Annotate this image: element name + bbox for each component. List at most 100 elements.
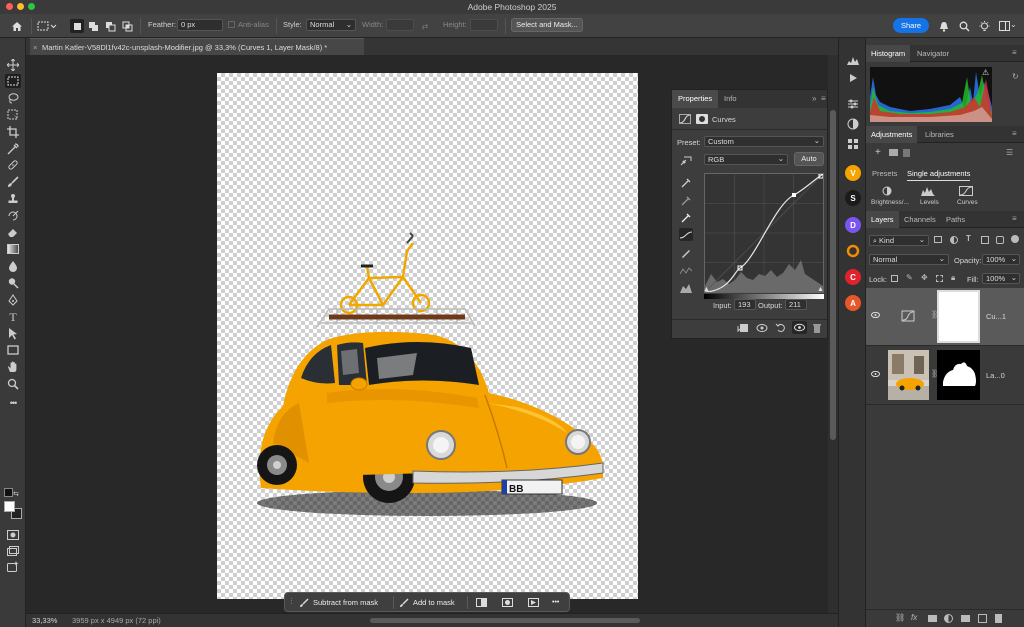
plugin-a-icon[interactable]: A — [845, 295, 861, 311]
preset-select[interactable]: Custom ⌄ — [704, 136, 824, 147]
swap-colors-icon[interactable]: ⇆ — [13, 490, 19, 498]
spot-healing-brush-icon[interactable] — [5, 158, 21, 172]
width-input[interactable] — [386, 19, 414, 31]
panel-menu-icon[interactable]: ≡ — [1012, 129, 1017, 138]
tab-layers[interactable]: Layers — [866, 211, 899, 228]
collapse-panel-icon[interactable]: » — [812, 94, 816, 103]
plugin-c-icon[interactable]: C — [845, 269, 861, 285]
document-info[interactable]: 3959 px x 4949 px (72 ppi) — [72, 614, 161, 627]
curves-graph[interactable] — [704, 173, 824, 293]
delete-layer-icon[interactable] — [995, 614, 1002, 623]
tab-info[interactable]: Info — [718, 90, 743, 108]
rectangular-marquee-tool-icon[interactable] — [5, 74, 21, 88]
swap-icon[interactable]: ⇄ — [418, 19, 432, 33]
gray-point-eyedropper-icon[interactable] — [679, 194, 693, 207]
screen-mode-icon[interactable] — [5, 544, 21, 558]
refresh-icon[interactable]: ↻ — [1012, 72, 1019, 81]
image-layer-mask-thumbnail[interactable] — [937, 350, 980, 400]
vertical-scrollbar-thumb[interactable] — [830, 110, 836, 440]
filter-smart-object-icon[interactable] — [996, 236, 1004, 244]
new-adjustment-icon[interactable] — [944, 614, 953, 623]
filter-toggle-icon[interactable] — [1011, 235, 1019, 243]
filter-type-icon[interactable]: T — [966, 234, 971, 243]
list-view-icon[interactable]: ☰ — [1006, 148, 1013, 157]
panel-menu-icon[interactable]: ≡ — [1012, 214, 1017, 223]
curve-point-tool-icon[interactable] — [679, 228, 693, 241]
panel-menu-icon[interactable]: ≡ — [821, 94, 826, 103]
gradient-tool-icon[interactable] — [5, 242, 21, 256]
image-layer-thumbnail[interactable] — [888, 350, 929, 400]
eyedropper-tool-icon[interactable] — [5, 142, 21, 156]
lasso-tool-icon[interactable] — [5, 91, 21, 105]
stamp-tool-icon[interactable] — [5, 192, 21, 206]
feather-input[interactable]: 0 px — [177, 19, 223, 31]
lock-all-icon[interactable]: 🔒︎ — [951, 273, 955, 283]
lock-image-icon[interactable]: ✎ — [906, 273, 913, 282]
layer-name[interactable]: Cu...1 — [986, 312, 1006, 321]
object-selection-tool-icon[interactable] — [5, 108, 21, 122]
add-preset-icon[interactable]: + — [875, 147, 881, 158]
home-icon[interactable] — [10, 19, 24, 33]
curves-layer-thumbnail[interactable] — [888, 292, 929, 340]
document-tab[interactable]: × Martin Katler-V58Dl1fv42c-unsplash-Mod… — [30, 38, 364, 55]
workspace-chevron-icon[interactable]: ⌄ — [1010, 20, 1017, 29]
auto-button[interactable]: Auto — [794, 152, 824, 166]
visibility-eye-icon[interactable] — [871, 312, 880, 318]
input-value-field[interactable]: 193 — [734, 299, 756, 310]
curves-icon[interactable] — [959, 186, 973, 196]
delete-adjustment-icon[interactable] — [812, 323, 824, 333]
delete-preset-icon[interactable] — [903, 149, 910, 157]
tab-libraries[interactable]: Libraries — [920, 126, 959, 143]
visibility-eye-icon[interactable] — [871, 371, 880, 377]
workspace-layout-icon[interactable] — [997, 19, 1011, 33]
close-tab-icon[interactable]: × — [33, 39, 37, 55]
blur-tool-icon[interactable] — [5, 259, 21, 273]
lightbulb-icon[interactable] — [977, 19, 991, 33]
brightness-contrast-icon[interactable] — [880, 186, 894, 196]
reset-adjustment-icon[interactable] — [775, 323, 787, 333]
crop-tool-icon[interactable] — [5, 125, 21, 139]
adjustments-panel-icon[interactable] — [845, 96, 861, 112]
lock-artboard-icon[interactable] — [936, 275, 943, 282]
bell-icon[interactable] — [937, 19, 951, 33]
new-selection-icon[interactable] — [70, 19, 84, 33]
anti-alias-checkbox[interactable] — [228, 21, 235, 28]
link-layers-icon[interactable]: ⛓︎ — [895, 613, 905, 622]
tab-navigator[interactable]: Navigator — [912, 45, 954, 62]
close-window-icon[interactable] — [6, 3, 13, 10]
warning-icon[interactable]: ⚠ — [982, 68, 989, 77]
channel-select[interactable]: RGB ⌄ — [704, 154, 788, 165]
filter-shape-icon[interactable] — [981, 236, 989, 244]
horizontal-scrollbar-thumb[interactable] — [370, 618, 640, 623]
folder-icon[interactable] — [889, 149, 898, 156]
layer-name[interactable]: La...0 — [986, 371, 1005, 380]
tab-adjustments[interactable]: Adjustments — [866, 126, 918, 143]
layer-mask-thumbnail[interactable] — [937, 290, 980, 343]
subtab-single-adjustments[interactable]: Single adjustments — [907, 169, 971, 181]
pencil-draw-icon[interactable] — [679, 246, 693, 259]
opacity-input[interactable]: 100% ⌄ — [982, 254, 1020, 265]
smooth-curve-icon[interactable] — [679, 264, 693, 277]
layer-style-icon[interactable]: fx — [911, 613, 917, 622]
brush-tool-icon[interactable] — [5, 175, 21, 189]
blend-mode-select[interactable]: Normal ⌄ — [869, 254, 949, 265]
plugin-d-icon[interactable]: D — [845, 217, 861, 233]
share-button[interactable]: Share — [893, 18, 929, 33]
pen-tool-icon[interactable] — [5, 293, 21, 307]
search-icon[interactable] — [957, 19, 971, 33]
subtract-from-selection-icon[interactable] — [103, 19, 117, 33]
on-image-adjust-icon[interactable] — [679, 154, 693, 167]
more-tools-icon[interactable]: ••• — [5, 396, 21, 410]
tab-properties[interactable]: Properties — [672, 90, 719, 108]
maximize-window-icon[interactable] — [28, 3, 35, 10]
subtract-from-mask-button[interactable]: Subtract from mask — [299, 596, 378, 609]
filter-pixel-icon[interactable] — [934, 236, 942, 243]
zoom-level[interactable]: 33,33% — [32, 614, 57, 627]
generative-icon[interactable] — [5, 560, 21, 574]
filter-adjustment-icon[interactable] — [950, 236, 958, 244]
new-group-icon[interactable] — [961, 615, 970, 622]
default-colors-icon[interactable] — [4, 488, 13, 497]
plugin-v-icon[interactable]: V — [845, 165, 861, 181]
height-input[interactable] — [470, 19, 498, 31]
lock-position-icon[interactable]: ✥ — [921, 273, 928, 282]
